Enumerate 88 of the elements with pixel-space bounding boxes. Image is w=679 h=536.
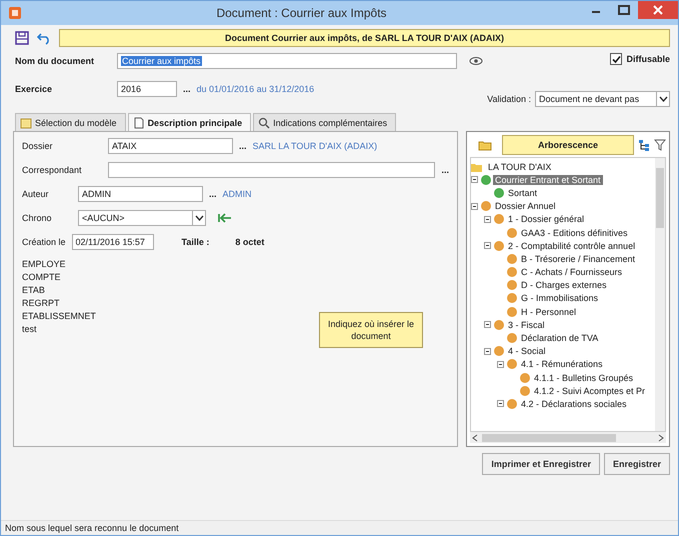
status-bar: Nom sous lequel sera reconnu le document xyxy=(1,520,678,535)
document-icon xyxy=(132,117,145,129)
chrono-dropdown[interactable]: <AUCUN> xyxy=(78,210,206,226)
field-label: Taille : xyxy=(182,237,210,247)
action-button[interactable]: Imprimer et Enregistrer xyxy=(482,453,600,475)
input-field[interactable]: 2016 xyxy=(117,81,177,97)
action-button[interactable]: Enregistrer xyxy=(604,453,670,475)
tree-item[interactable]: 4 - Social xyxy=(506,346,548,356)
folder-icon xyxy=(20,117,32,129)
tree-item[interactable]: H - Personnel xyxy=(519,306,578,317)
chevron-down-icon[interactable] xyxy=(194,215,204,221)
field-label: Création le xyxy=(22,237,66,247)
keyword-text: ETAB xyxy=(22,284,45,297)
input-field[interactable]: 02/11/2016 15:57 xyxy=(72,234,154,250)
keyword-text: REGRPT xyxy=(22,297,60,310)
keyword-text: COMPTE xyxy=(22,271,61,284)
tree-item[interactable]: Dossier Annuel xyxy=(493,201,558,212)
check-icon xyxy=(612,54,621,64)
field-label: Chrono xyxy=(22,213,53,223)
expand-toggle[interactable] xyxy=(484,242,492,250)
expand-toggle[interactable] xyxy=(484,321,492,328)
input-field[interactable] xyxy=(108,162,436,178)
filter-icon[interactable] xyxy=(654,139,666,151)
scroll-left-icon[interactable] xyxy=(472,434,478,442)
field-label: Exercice xyxy=(15,84,54,94)
field-label: Correspondant xyxy=(22,165,83,175)
close-icon[interactable] xyxy=(638,1,678,19)
tree-item[interactable]: 4.2 - Déclarations sociales xyxy=(519,398,629,409)
field-label: Auteur xyxy=(22,189,50,199)
window-title: Document : Courrier aux Impôts xyxy=(215,6,388,20)
input-field[interactable]: Courrier aux impôts xyxy=(117,53,457,69)
tree-item[interactable]: C - Achats / Fournisseurs xyxy=(519,267,624,278)
author-link[interactable]: ADMIN xyxy=(222,189,252,199)
field-label: Dossier xyxy=(22,141,54,151)
folder-icon[interactable] xyxy=(478,139,492,151)
tree-item[interactable]: 4.1 - Rémunérations xyxy=(519,359,605,370)
expand-toggle[interactable] xyxy=(497,360,505,368)
browse-button[interactable]: ... xyxy=(209,189,217,199)
input-field[interactable]: ATAIX xyxy=(108,138,233,154)
expand-toggle[interactable] xyxy=(484,216,492,223)
magnifier-icon xyxy=(258,117,270,129)
size-value: 8 octet xyxy=(235,237,264,247)
tree-item[interactable]: 4.1.2 - Suivi Acomptes et Pr xyxy=(532,386,648,396)
tree-item[interactable]: Sortant xyxy=(506,188,540,198)
tree-item[interactable]: G - Immobilisations xyxy=(519,293,600,304)
validation-dropdown[interactable]: Document ne devant pas xyxy=(535,91,670,107)
expand-toggle[interactable] xyxy=(471,176,479,184)
tree-item[interactable]: 3 - Fiscal xyxy=(506,320,547,330)
tree-item[interactable]: D - Charges externes xyxy=(519,280,609,290)
expand-toggle[interactable] xyxy=(484,348,492,355)
tooltip: Indiquez où insérer le document xyxy=(319,312,423,348)
tree-item[interactable]: B - Trésorerie / Financement xyxy=(519,254,638,264)
app-icon[interactable] xyxy=(9,7,21,19)
browse-button[interactable]: ... xyxy=(239,141,247,151)
tree-item[interactable]: 4.1.1 - Bulletins Groupés xyxy=(532,372,636,383)
period-text: du 01/01/2016 au 31/12/2016 xyxy=(196,84,314,94)
tab[interactable]: Description principale xyxy=(128,113,252,131)
save-icon[interactable] xyxy=(15,31,29,45)
tree-icon[interactable] xyxy=(638,139,650,151)
tree-item[interactable]: GAA3 - Editions définitives xyxy=(519,228,630,238)
arrow-icon[interactable] xyxy=(218,213,232,223)
browse-button[interactable]: ... xyxy=(441,165,449,175)
tree-item[interactable]: 2 - Comptabilité contrôle annuel xyxy=(506,240,638,251)
vertical-scrollbar[interactable] xyxy=(655,158,665,431)
dossier-link[interactable]: SARL LA TOUR D'AIX (ADAIX) xyxy=(252,141,378,151)
tree-item[interactable]: LA TOUR D'AIX xyxy=(486,162,554,172)
document-banner: Document Courrier aux impôts, de SARL LA TOUR D'AIX (ADAIX) xyxy=(59,29,670,47)
tab[interactable]: Sélection du modèle xyxy=(15,113,126,131)
keyword-text: EMPLOYE xyxy=(22,258,66,271)
horizontal-scrollbar[interactable] xyxy=(470,432,666,443)
browse-button[interactable]: ... xyxy=(183,84,191,94)
field-label: Nom du document xyxy=(15,56,95,66)
expand-toggle[interactable] xyxy=(497,400,505,408)
tree-header: Arborescence xyxy=(502,135,634,155)
tree-item[interactable]: Courrier Entrant et Sortant xyxy=(493,174,603,185)
undo-icon[interactable] xyxy=(37,31,51,45)
keyword-text: ETABLISSEMNET xyxy=(22,310,96,323)
tab[interactable]: Indications complémentaires xyxy=(253,113,396,131)
tree-item[interactable]: 1 - Dossier général xyxy=(506,214,586,224)
tree-item[interactable]: Déclaration de TVA xyxy=(519,333,600,344)
scroll-right-icon[interactable] xyxy=(658,434,664,442)
checkbox[interactable]: Diffusable xyxy=(610,53,670,65)
eye-icon[interactable] xyxy=(469,56,483,66)
field-label: Validation : xyxy=(487,94,531,104)
keyword-text: test xyxy=(22,323,37,336)
input-field[interactable]: ADMIN xyxy=(78,186,203,202)
expand-toggle[interactable] xyxy=(471,202,479,210)
chevron-down-icon[interactable] xyxy=(658,96,668,102)
